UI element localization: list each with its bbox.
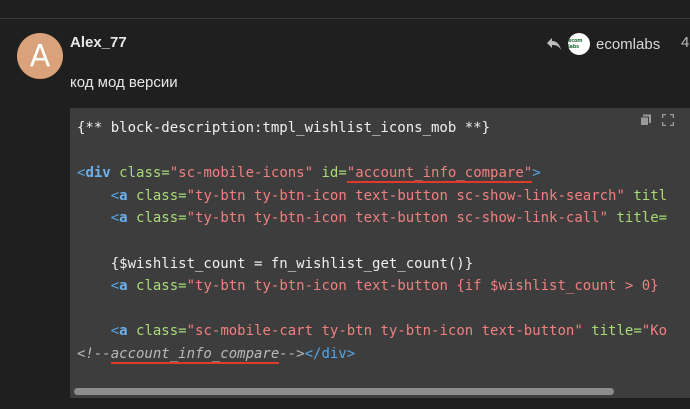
code-block[interactable]: {** block-description:tmpl_wishlist_icon… [70, 108, 690, 398]
copy-icon[interactable] [640, 114, 652, 126]
tag-name: a [119, 278, 128, 295]
closing-div-tag: </div> [304, 345, 356, 362]
comment-close: --> [279, 345, 305, 362]
attr-name: title= [582, 323, 642, 340]
attr-name: class= [127, 278, 187, 295]
reply-to[interactable]: ecom labs ecomlabs [546, 33, 661, 55]
tag-name: a [119, 187, 128, 204]
attr-name: class= [127, 210, 187, 227]
highlighted-id-value: "account_info_compare" [346, 165, 533, 184]
reply-avatar-logo: ecom labs [568, 38, 583, 50]
avatar-initial: A [29, 38, 51, 74]
attr-value: "Ko [641, 323, 668, 340]
horizontal-scrollbar[interactable] [70, 385, 690, 398]
attr-value: "ty-btn ty-btn-icon text-button sc-show-… [186, 210, 609, 227]
attr-name: class= [110, 165, 170, 182]
code-toolbar [634, 108, 690, 132]
divider [0, 18, 690, 19]
attr-value: "ty-btn ty-btn-icon text-button sc-show-… [186, 187, 625, 204]
tag-name: div [85, 165, 111, 182]
tag-bracket: > [532, 165, 541, 182]
attr-value: "ty-btn ty-btn-icon text-button {if $wis… [186, 278, 659, 295]
avatar[interactable]: A [17, 33, 63, 79]
attr-name: title= [608, 210, 668, 227]
tag-name: a [119, 323, 128, 340]
fullscreen-icon[interactable] [662, 114, 674, 126]
attr-name: titl [624, 187, 668, 204]
reply-avatar: ecom labs [568, 33, 590, 55]
code-content: {** block-description:tmpl_wishlist_icon… [77, 120, 668, 364]
comment-open: <!-- [77, 345, 111, 362]
post-number[interactable]: 4 [681, 34, 689, 51]
attr-value: "sc-mobile-icons" [169, 165, 314, 182]
code-line-1: {** block-description:tmpl_wishlist_icon… [77, 120, 491, 136]
attr-value: "sc-mobile-cart ty-btn ty-btn-icon text-… [186, 323, 583, 340]
attr-name: class= [127, 323, 187, 340]
reply-username: ecomlabs [596, 35, 661, 53]
post-author[interactable]: Alex_77 [70, 34, 127, 51]
attr-name: id= [313, 165, 347, 182]
scrollbar-thumb[interactable] [74, 388, 614, 395]
attr-name: class= [127, 187, 187, 204]
reply-arrow-icon [547, 38, 561, 50]
tag-name: a [119, 210, 128, 227]
highlighted-comment-name: account_info_compare [110, 345, 280, 364]
post-text: код мод версии [70, 74, 178, 91]
code-line-6: {$wishlist_count = fn_wishlist_get_count… [110, 255, 474, 272]
